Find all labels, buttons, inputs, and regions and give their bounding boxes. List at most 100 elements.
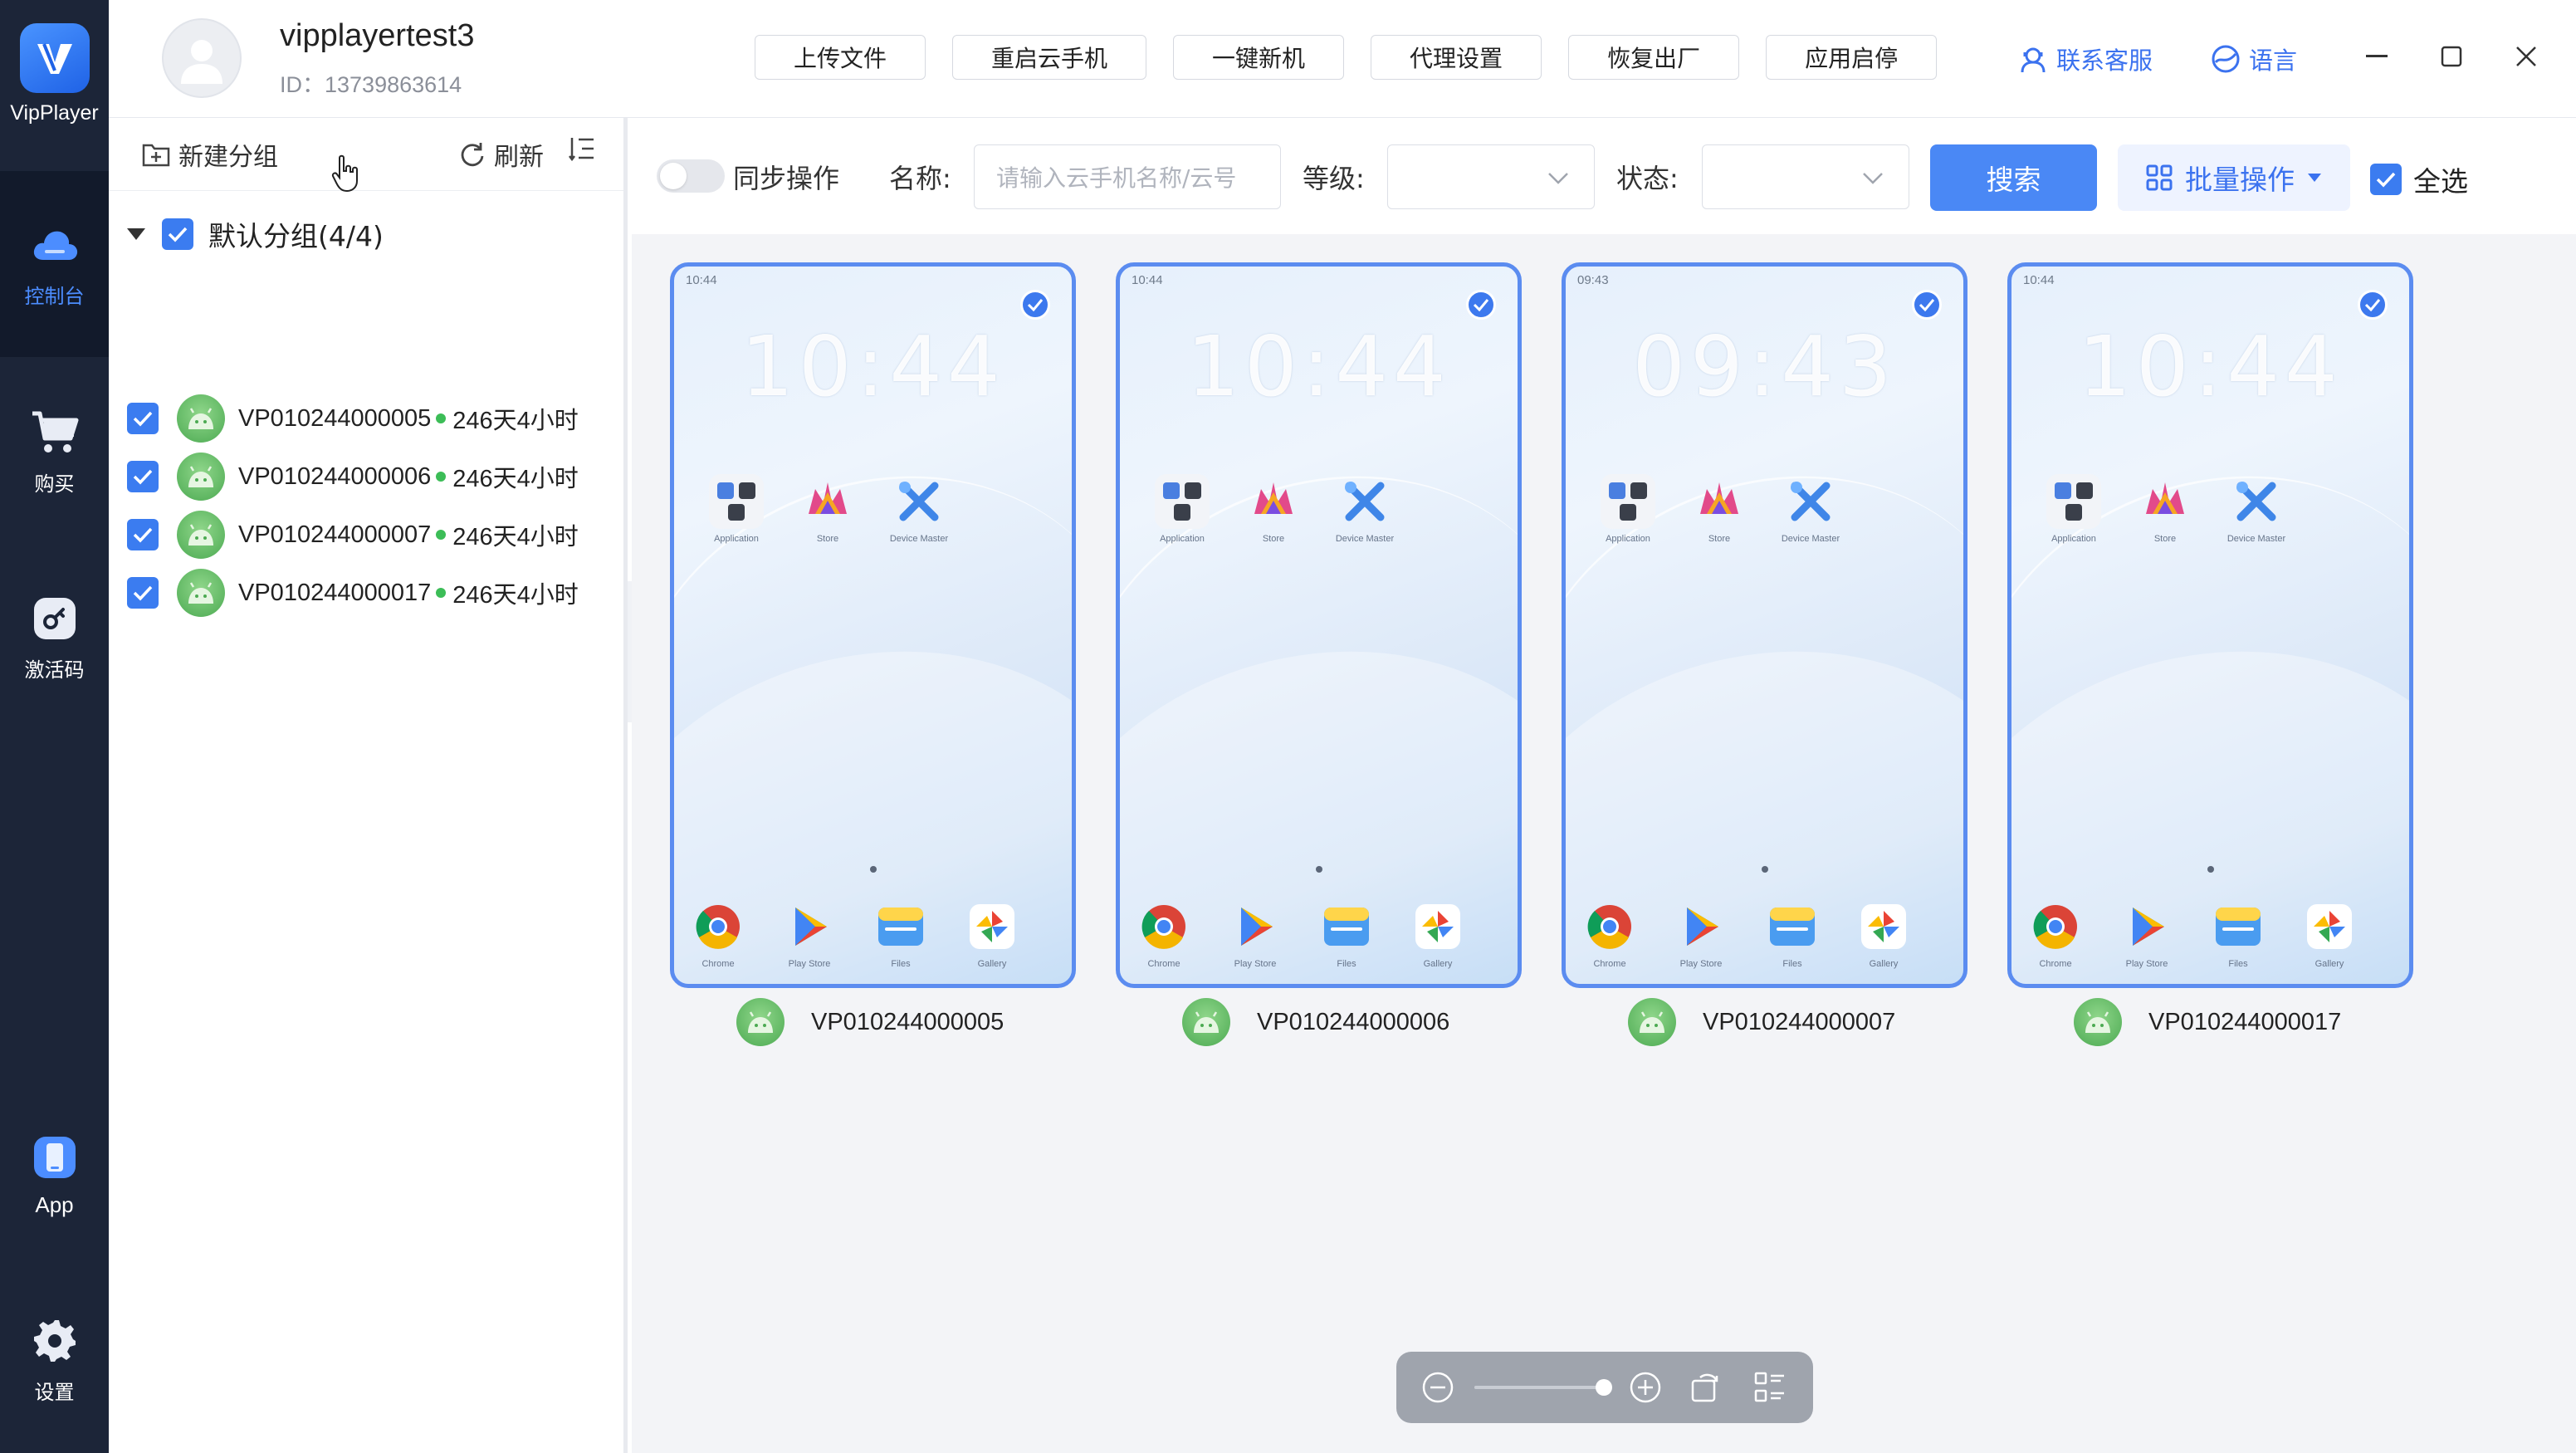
phone-app[interactable]: Store	[2119, 474, 2211, 544]
zoom-slider[interactable]	[1474, 1379, 1612, 1396]
chevron-down-icon	[1548, 173, 1568, 184]
phone-selected-check-icon[interactable]	[2358, 290, 2388, 320]
device-row[interactable]: VP010244000017 246天4小时	[127, 569, 579, 617]
nav-buy[interactable]: 购买	[0, 359, 109, 545]
dock-app[interactable]: Gallery	[946, 899, 1038, 969]
cloud-phone-screen[interactable]: 09:43 09:43 Application Store Device Master C…	[1562, 262, 1967, 988]
cloud-phone-screen[interactable]: 10:44 10:44 Application Store Device Master C…	[1116, 262, 1522, 988]
dock-app[interactable]: Gallery	[1838, 899, 1929, 969]
new-device-button[interactable]: 一键新机	[1173, 35, 1345, 80]
phone-selected-check-icon[interactable]	[1912, 290, 1942, 320]
maximize-icon[interactable]	[2433, 38, 2470, 75]
phone-app[interactable]: Device Master	[1765, 474, 1856, 544]
group-default[interactable]: 默认分组(4/4)	[125, 209, 384, 259]
factory-reset-button[interactable]: 恢复出厂	[1568, 35, 1740, 80]
user-avatar[interactable]	[162, 18, 242, 98]
sort-list-icon[interactable]	[569, 136, 595, 161]
device-checkbox[interactable]	[127, 403, 159, 434]
select-all-checkbox[interactable]	[2370, 164, 2402, 195]
dock-app[interactable]: Files	[2192, 899, 2284, 969]
select-all[interactable]: 全选	[2370, 159, 2468, 199]
phone-lockscreen-clock: 10:44	[1186, 318, 1451, 415]
dock-app[interactable]: Files	[1747, 899, 1838, 969]
cloud-phone-screen[interactable]: 10:44 10:44 Application Store Device Master C…	[2007, 262, 2413, 988]
contact-support-link[interactable]: 联系客服	[2018, 42, 2153, 76]
dock-app[interactable]: Chrome	[2011, 899, 2101, 969]
device-checkbox[interactable]	[127, 461, 159, 492]
phone-app[interactable]: Store	[782, 474, 873, 544]
dock-app[interactable]: Gallery	[1392, 899, 1484, 969]
status-select[interactable]	[1702, 144, 1909, 209]
phone-selected-check-icon[interactable]	[1020, 290, 1050, 320]
level-select[interactable]	[1387, 144, 1595, 209]
search-button[interactable]: 搜索	[1930, 144, 2097, 211]
dock-app[interactable]: Play Store	[1655, 899, 1747, 969]
phone-app[interactable]: Device Master	[1319, 474, 1410, 544]
zoom-in-icon[interactable]	[1627, 1369, 1664, 1406]
dock-app[interactable]: Chrome	[1566, 899, 1655, 969]
phone-app[interactable]: Application	[1136, 474, 1228, 544]
restart-cloud-phone-button[interactable]: 重启云手机	[952, 35, 1147, 80]
new-group-button[interactable]: 新建分组	[142, 136, 278, 173]
user-silhouette-icon	[181, 40, 222, 84]
phone-lockscreen-clock: 10:44	[741, 318, 1005, 415]
close-icon[interactable]	[2508, 38, 2544, 75]
checkmark-icon	[133, 585, 153, 601]
dock-app[interactable]: Files	[1301, 899, 1392, 969]
nav-activation-code[interactable]: 激活码	[0, 545, 109, 731]
device-checkbox[interactable]	[127, 577, 159, 609]
device-checkbox[interactable]	[127, 519, 159, 550]
name-search-input[interactable]: 请输入云手机名称/云号	[974, 144, 1281, 209]
group-checkbox[interactable]	[162, 218, 193, 250]
batch-operation-button[interactable]: 批量操作	[2118, 144, 2350, 211]
phone-app[interactable]: Application	[1582, 474, 1674, 544]
username: vipplayertest3	[280, 18, 475, 53]
nav-console[interactable]: 控制台	[0, 171, 109, 357]
phone-app[interactable]: Device Master	[2211, 474, 2302, 544]
dock-app[interactable]: Gallery	[2284, 899, 2375, 969]
refresh-button[interactable]: 刷新	[459, 136, 544, 173]
zoom-out-icon[interactable]	[1420, 1369, 1456, 1406]
device-row[interactable]: VP010244000005 246天4小时	[127, 394, 579, 443]
app-icon	[1228, 899, 1283, 954]
nav-app[interactable]: App	[0, 1082, 109, 1268]
hand-cursor-icon	[331, 154, 358, 193]
checkmark-icon	[133, 527, 153, 543]
phone-app[interactable]: Store	[1674, 474, 1765, 544]
app-label: Gallery	[2314, 959, 2344, 969]
sync-label: 同步操作	[733, 163, 840, 194]
phone-app[interactable]: Device Master	[873, 474, 965, 544]
phone-app[interactable]: Application	[2028, 474, 2119, 544]
language-link[interactable]: 语言	[2211, 42, 2297, 76]
phone-status-time: 09:43	[1577, 273, 1609, 287]
app-label: Play Store	[788, 959, 831, 969]
cloud-phone-screen[interactable]: 10:44 10:44 Application Store Device Master C…	[670, 262, 1076, 988]
dock-app[interactable]: Play Store	[1210, 899, 1301, 969]
dock-app[interactable]: Play Store	[764, 899, 855, 969]
phone-app[interactable]: Store	[1228, 474, 1319, 544]
cloud-phone-id: VP010244000017	[2148, 1008, 2342, 1035]
proxy-settings-button[interactable]: 代理设置	[1371, 35, 1542, 80]
upload-file-button[interactable]: 上传文件	[755, 35, 926, 80]
dock-app[interactable]: Chrome	[674, 899, 764, 969]
device-row[interactable]: VP010244000007 246天4小时	[127, 511, 579, 559]
rotate-icon[interactable]	[1687, 1369, 1723, 1406]
app-start-stop-button[interactable]: 应用启停	[1766, 35, 1938, 80]
minimize-icon[interactable]	[2358, 38, 2395, 75]
phone-lockscreen-clock: 09:43	[1632, 318, 1897, 415]
sync-toggle[interactable]	[657, 159, 725, 193]
phone-app[interactable]: Application	[691, 474, 782, 544]
layout-list-icon[interactable]	[1752, 1369, 1788, 1406]
caret-down-icon[interactable]	[125, 227, 147, 242]
dock-app[interactable]: Play Store	[2101, 899, 2192, 969]
android-device-icon	[1628, 998, 1676, 1046]
dock-app[interactable]: Files	[855, 899, 946, 969]
app-label: Device Master	[1335, 534, 1395, 544]
zoom-slider-knob[interactable]	[1596, 1379, 1612, 1396]
device-row[interactable]: VP010244000006 246天4小时	[127, 453, 579, 501]
dock-app[interactable]: Chrome	[1120, 899, 1210, 969]
phone-selected-check-icon[interactable]	[1466, 290, 1496, 320]
nav-settings[interactable]: 设置	[0, 1267, 109, 1453]
app-icon	[691, 899, 745, 954]
main-area: 同步操作 名称: 请输入云手机名称/云号 等级: 状态: 搜索 批量操作 全选 …	[632, 118, 2576, 1453]
